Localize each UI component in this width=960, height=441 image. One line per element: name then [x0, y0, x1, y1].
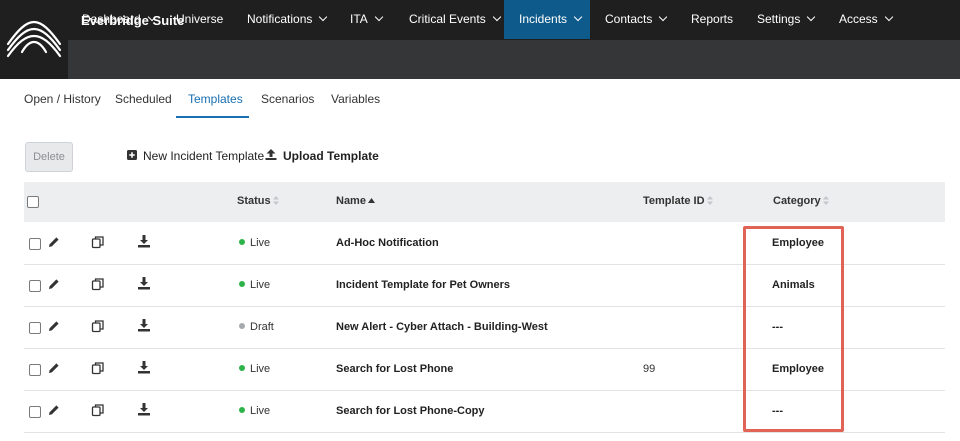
sort-icon — [706, 195, 713, 205]
nav-label: Dashboard — [82, 12, 141, 26]
tab-variables[interactable]: Variables — [331, 92, 380, 106]
sort-ascending-icon — [367, 197, 375, 203]
plus-square-icon — [127, 149, 137, 163]
column-label: Status — [237, 195, 271, 207]
category-highlight-box — [743, 226, 844, 432]
nav-label: Reports — [691, 12, 734, 26]
template-name[interactable]: New Alert - Cyber Attach - Building-West — [336, 321, 548, 333]
row-checkbox[interactable] — [29, 238, 41, 250]
row-checkbox[interactable] — [29, 406, 41, 418]
nav-label: Access — [839, 12, 878, 26]
column-header-category[interactable]: Category — [773, 195, 829, 207]
row-checkbox[interactable] — [29, 364, 41, 376]
everbridge-logo[interactable] — [0, 0, 68, 79]
tab-scheduled[interactable]: Scheduled — [115, 92, 172, 106]
column-header-name[interactable]: Name — [336, 195, 375, 207]
tab-templates[interactable]: Templates — [188, 92, 243, 106]
nav-contacts[interactable]: Contacts — [590, 0, 676, 39]
chevron-down-icon — [573, 12, 583, 22]
chevron-down-icon — [319, 12, 328, 22]
status-label: Live — [250, 363, 271, 375]
chevron-down-icon — [492, 12, 501, 22]
nav-label: Universe — [176, 12, 224, 26]
new-incident-template-button[interactable]: New Incident Template — [127, 149, 264, 164]
nav-ita[interactable]: ITA — [335, 0, 394, 39]
sort-icon — [822, 195, 829, 205]
chevron-down-icon — [147, 12, 156, 22]
nav-incidents[interactable]: Incidents — [504, 0, 590, 39]
nav-reports[interactable]: Reports — [676, 0, 742, 39]
everbridge-logo-icon — [6, 20, 62, 58]
download-icon[interactable] — [137, 277, 151, 293]
status-cell: Live — [239, 363, 270, 375]
nav-label: Critical Events — [409, 12, 486, 26]
column-label: Template ID — [643, 195, 705, 207]
upload-template-label: Upload Template — [283, 149, 379, 163]
new-incident-template-label: New Incident Template — [143, 149, 265, 163]
status-label: Live — [250, 405, 271, 417]
status-dot-icon — [239, 239, 245, 245]
main-navbar — [68, 40, 960, 79]
status-cell: Draft — [239, 321, 274, 333]
copy-icon[interactable] — [91, 319, 105, 336]
nav-critical-events[interactable]: Critical Events — [394, 0, 504, 39]
status-label: Draft — [250, 321, 274, 333]
status-label: Live — [250, 237, 271, 249]
row-checkbox[interactable] — [29, 322, 41, 334]
status-dot-icon — [239, 323, 245, 329]
chevron-down-icon — [374, 12, 384, 22]
active-tab-indicator — [176, 116, 249, 118]
nav-universe[interactable]: Universe — [162, 0, 233, 39]
download-icon[interactable] — [137, 319, 151, 335]
column-header-template-id[interactable]: Template ID — [643, 195, 713, 207]
nav-label: ITA — [350, 12, 368, 26]
download-icon[interactable] — [137, 235, 151, 251]
template-name[interactable]: Ad-Hoc Notification — [336, 237, 439, 249]
edit-pencil-icon[interactable] — [48, 404, 60, 419]
column-header-status[interactable]: Status — [237, 195, 279, 207]
status-dot-icon — [239, 365, 245, 371]
status-dot-icon — [239, 281, 245, 287]
status-cell: Live — [239, 237, 270, 249]
nav-settings[interactable]: Settings — [742, 0, 824, 39]
nav-dashboard[interactable]: Dashboard — [68, 0, 162, 39]
status-cell: Live — [239, 279, 270, 291]
tab-open-history[interactable]: Open / History — [24, 92, 101, 106]
nav-notifications[interactable]: Notifications — [233, 0, 335, 39]
template-name[interactable]: Search for Lost Phone-Copy — [336, 405, 485, 417]
upload-icon — [265, 148, 277, 163]
copy-icon[interactable] — [91, 403, 105, 420]
delete-button[interactable]: Delete — [25, 142, 73, 172]
template-name[interactable]: Incident Template for Pet Owners — [336, 279, 510, 291]
sort-icon — [272, 195, 279, 205]
select-all-checkbox[interactable] — [27, 196, 39, 208]
upload-template-button[interactable]: Upload Template — [265, 148, 379, 164]
template-id: 99 — [643, 363, 656, 375]
nav-label: Notifications — [247, 12, 313, 26]
edit-pencil-icon[interactable] — [48, 278, 60, 293]
column-label: Name — [336, 195, 366, 207]
copy-icon[interactable] — [91, 277, 105, 294]
edit-pencil-icon[interactable] — [48, 320, 60, 335]
status-cell: Live — [239, 405, 270, 417]
chevron-down-icon — [807, 12, 816, 22]
column-label: Category — [773, 195, 821, 207]
chevron-down-icon — [884, 12, 893, 22]
edit-pencil-icon[interactable] — [48, 236, 60, 251]
nav-label: Incidents — [519, 12, 568, 26]
copy-icon[interactable] — [91, 361, 105, 378]
nav-access[interactable]: Access — [824, 0, 906, 39]
status-dot-icon — [239, 407, 245, 413]
status-label: Live — [250, 279, 271, 291]
chevron-down-icon — [659, 12, 668, 22]
nav-label: Settings — [757, 12, 801, 26]
edit-pencil-icon[interactable] — [48, 362, 60, 377]
download-icon[interactable] — [137, 403, 151, 419]
copy-icon[interactable] — [91, 235, 105, 252]
tab-scenarios[interactable]: Scenarios — [261, 92, 314, 106]
row-checkbox[interactable] — [29, 280, 41, 292]
download-icon[interactable] — [137, 361, 151, 377]
template-name[interactable]: Search for Lost Phone — [336, 363, 453, 375]
nav-label: Contacts — [605, 12, 653, 26]
